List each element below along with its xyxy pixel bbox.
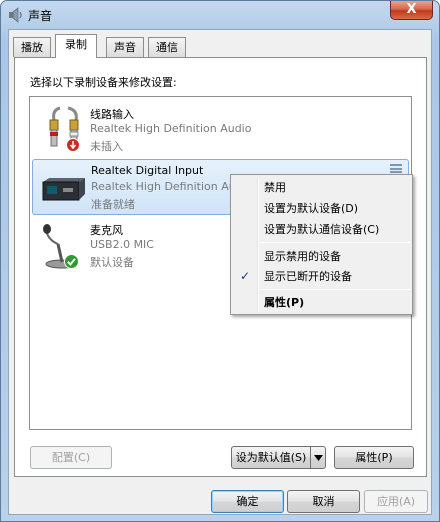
menu-item-set-default-comm-device[interactable]: 设置为默认通信设备(C) [233, 219, 410, 240]
menu-item-show-disabled[interactable]: 显示禁用的设备 [233, 246, 410, 267]
menu-separator [260, 289, 410, 290]
device-name: 线路输入 [90, 108, 134, 121]
properties-button[interactable]: 属性(P) [334, 446, 414, 469]
tab-communications[interactable]: 通信 [148, 37, 186, 57]
set-default-button[interactable]: 设为默认值(S) [231, 446, 311, 469]
checkmark-icon: ✓ [240, 269, 251, 283]
level-meter-icon [390, 164, 402, 173]
menu-item-label: 显示已断开的设备 [264, 270, 352, 283]
cancel-button[interactable]: 取消 [287, 490, 360, 513]
chevron-down-icon [314, 455, 323, 461]
speaker-app-icon [9, 7, 22, 23]
unplugged-badge-icon [66, 138, 80, 152]
menu-separator [260, 242, 410, 243]
close-icon: X [406, 2, 417, 17]
instruction-text: 选择以下录制设备来修改设置: [30, 76, 177, 89]
default-check-icon [64, 254, 79, 269]
tab-playback[interactable]: 播放 [13, 37, 51, 57]
menu-item-disable[interactable]: 禁用 [233, 177, 410, 198]
tab-sounds[interactable]: 声音 [106, 37, 144, 57]
device-name: 麦克风 [90, 224, 123, 237]
sound-dialog-window: 声音 X 播放 录制 声音 通信 选择以下录制设备来修改设置: 线路输入 Rea… [0, 0, 440, 522]
device-status: 默认设备 [90, 256, 134, 269]
title-bar[interactable]: 声音 X [1, 1, 439, 29]
device-status: 准备就绪 [91, 198, 135, 211]
apply-button[interactable]: 应用(A) [364, 490, 428, 513]
set-default-dropdown-button[interactable] [310, 446, 326, 469]
device-driver: Realtek High Definition Audio [90, 122, 252, 135]
device-driver: Realtek High Definition Audio [91, 180, 253, 193]
tab-recording[interactable]: 录制 [55, 34, 97, 58]
close-button[interactable]: X [390, 1, 433, 20]
ok-button[interactable]: 确定 [211, 490, 284, 513]
menu-item-show-disconnected[interactable]: ✓ 显示已断开的设备 [233, 266, 410, 287]
device-name: Realtek Digital Input [91, 164, 204, 177]
digital-input-device-icon [42, 178, 85, 201]
window-title: 声音 [28, 9, 53, 23]
menu-item-set-default-device[interactable]: 设置为默认设备(D) [233, 198, 410, 219]
device-status: 未插入 [90, 140, 123, 153]
menu-item-properties[interactable]: 属性(P) [233, 292, 410, 313]
context-menu: 禁用 设置为默认设备(D) 设置为默认通信设备(C) 显示禁用的设备 ✓ 显示已… [230, 174, 413, 315]
configure-button[interactable]: 配置(C) [30, 446, 112, 469]
device-item-line-in[interactable]: 线路输入 Realtek High Definition Audio 未插入 [32, 102, 409, 158]
device-driver: USB2.0 MIC [90, 238, 154, 251]
